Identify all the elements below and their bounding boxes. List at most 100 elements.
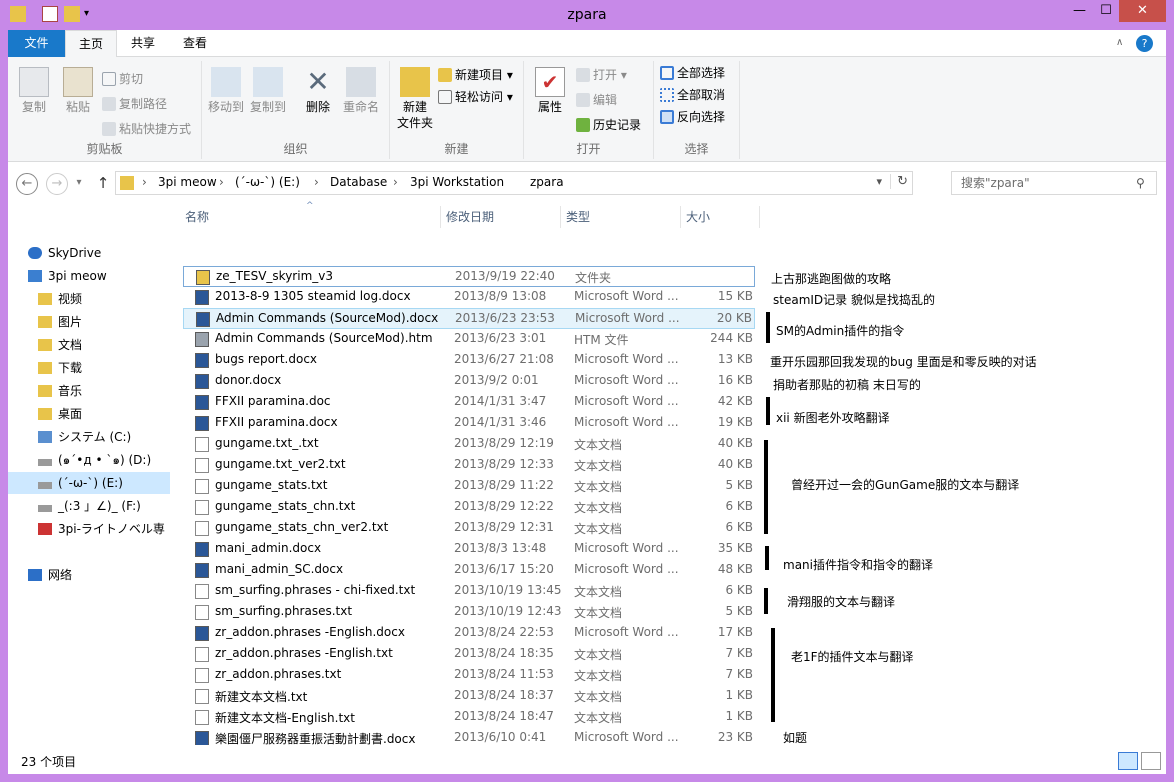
move-to-button[interactable]: 移动到 [206, 67, 246, 115]
new-folder-button[interactable]: 新建 文件夹 [394, 67, 436, 131]
breadcrumb-database[interactable]: Database [330, 175, 387, 189]
large-icons-view-icon[interactable] [1141, 752, 1161, 770]
file-row[interactable]: zr_addon.phrases -English.txt 2013/8/24 1… [183, 644, 755, 665]
select-group-label: 选择 [684, 142, 709, 156]
sidebar-item-drive-f[interactable]: _(:3 」∠)_ (F:) [38, 495, 141, 517]
edit-button[interactable]: 编辑 [576, 90, 617, 110]
txt-file-icon [195, 647, 209, 662]
properties-button[interactable]: ✔ 属性 [530, 67, 570, 115]
file-row[interactable]: 2013-8-9 1305 steamid log.docx 2013/8/9 1… [183, 287, 755, 308]
easy-access-button[interactable]: 轻松访问 ▾ [438, 87, 513, 107]
paste-shortcut-button[interactable]: 粘贴快捷方式 [102, 119, 191, 139]
close-button[interactable]: ✕ [1119, 0, 1166, 22]
file-name: 新建文本文档-English.txt [215, 711, 355, 725]
select-none-button[interactable]: 全部取消 [660, 85, 725, 105]
invert-selection-button[interactable]: 反向选择 [660, 107, 725, 127]
file-row[interactable]: gungame.txt_.txt 2013/8/29 12:19 文本文档 40 KB [183, 434, 755, 455]
sidebar-item-music[interactable]: 音乐 [38, 380, 82, 402]
open-button[interactable]: 打开 ▾ [576, 65, 627, 85]
file-row[interactable]: mani_admin.docx 2013/8/3 13:48 Microsoft W… [183, 539, 755, 560]
breadcrumb-separator[interactable]: › [393, 175, 398, 189]
sidebar-item-downloads[interactable]: 下载 [38, 357, 82, 379]
file-row[interactable]: Admin Commands (SourceMod).htm 2013/6/23 … [183, 329, 755, 350]
breadcrumb-drive-e[interactable]: (´-ω-`) (E:) [235, 175, 300, 189]
file-row[interactable]: Admin Commands (SourceMod).docx 2013/6/23… [183, 308, 755, 329]
copy-to-button[interactable]: 复制到 [248, 67, 288, 115]
sidebar-item-sd-card[interactable]: 3pi-ライトノベル専 [38, 518, 165, 540]
file-row[interactable]: zr_addon.phrases -English.docx 2013/8/24 … [183, 623, 755, 644]
column-header-name[interactable]: 名称 [185, 204, 209, 230]
file-row[interactable]: sm_surfing.phrases.txt 2013/10/19 12:43 文本… [183, 602, 755, 623]
file-row[interactable]: gungame_stats_chn.txt 2013/8/29 12:22 文本文档… [183, 497, 755, 518]
file-row[interactable]: ze_TESV_skyrim_v3 2013/9/19 22:40 文件夹 [183, 266, 755, 287]
column-header-size[interactable]: 大小 [686, 204, 710, 230]
file-row[interactable]: gungame.txt_ver2.txt 2013/8/29 12:33 文本文档 4… [183, 455, 755, 476]
up-icon[interactable]: ↑ [92, 173, 114, 195]
file-row[interactable]: donor.docx 2013/9/2 0:01 Microsoft Word ..… [183, 371, 755, 392]
recent-locations-icon[interactable]: ▾ [68, 173, 90, 195]
copy-button[interactable]: 复制 [14, 67, 54, 115]
column-divider[interactable] [440, 206, 441, 228]
search-icon[interactable]: ⚲ [1136, 176, 1145, 190]
back-icon[interactable]: ← [16, 173, 38, 195]
address-box[interactable]: › 3pi meow › (´-ω-`) (E:) › Database › 3… [115, 171, 913, 195]
sidebar-item-skydrive[interactable]: SkyDrive [28, 242, 101, 264]
rename-button[interactable]: 重命名 [338, 67, 384, 115]
file-row[interactable]: sm_surfing.phrases - chi-fixed.txt 2013/1… [183, 581, 755, 602]
forward-icon[interactable]: → [46, 173, 68, 195]
new-item-button[interactable]: 新建项目 ▾ [438, 65, 513, 85]
column-header-date[interactable]: 修改日期 [446, 204, 494, 230]
breadcrumb-3pi-meow[interactable]: 3pi meow [158, 175, 217, 189]
column-divider[interactable] [560, 206, 561, 228]
file-size: 15 KB [717, 289, 753, 303]
tab-home[interactable]: 主页 [65, 30, 117, 58]
file-row[interactable]: 新建文本文档-English.txt 2013/8/24 18:47 文本文档 1 K… [183, 707, 755, 728]
search-input[interactable]: 搜索"zpara" [951, 171, 1157, 195]
refresh-icon[interactable]: ↻ [890, 174, 908, 189]
maximize-button[interactable]: ☐ [1093, 0, 1119, 22]
file-type: 文本文档 [574, 438, 623, 452]
breadcrumb-separator[interactable]: › [142, 175, 147, 189]
sidebar-item-videos[interactable]: 视频 [38, 288, 82, 310]
file-row[interactable]: gungame_stats.txt 2013/8/29 11:22 文本文档 5 KB [183, 476, 755, 497]
column-divider[interactable] [680, 206, 681, 228]
address-history-icon[interactable]: ▾ [876, 175, 882, 188]
sidebar-item-desktop[interactable]: 桌面 [38, 403, 82, 425]
file-row[interactable]: zr_addon.phrases.txt 2013/8/24 11:53 文本文档 7… [183, 665, 755, 686]
minimize-button[interactable]: — [1066, 0, 1093, 22]
tab-share[interactable]: 共享 [117, 30, 169, 57]
tab-file[interactable]: 文件 [8, 30, 65, 57]
breadcrumb-zpara[interactable]: zpara [530, 175, 564, 189]
file-row[interactable]: 新建文本文档.txt 2013/8/24 18:37 文本文档 1 KB [183, 686, 755, 707]
collapse-ribbon-icon[interactable]: ∧ [1116, 37, 1123, 48]
tab-view[interactable]: 查看 [169, 30, 221, 57]
file-row[interactable]: gungame_stats_chn_ver2.txt 2013/8/29 12:3… [183, 518, 755, 539]
sidebar-item-documents[interactable]: 文档 [38, 334, 82, 356]
details-view-icon[interactable] [1118, 752, 1138, 770]
history-button[interactable]: 历史记录 [576, 115, 641, 135]
file-row[interactable]: FFXII paramina.docx 2014/1/31 3:46 Microso… [183, 413, 755, 434]
file-size: 7 KB [725, 646, 753, 660]
breadcrumb-3pi-workstation[interactable]: 3pi Workstation [410, 175, 504, 189]
help-icon[interactable]: ? [1136, 35, 1153, 52]
sidebar-item-computer[interactable]: 3pi meow [28, 265, 107, 287]
delete-button[interactable]: ✕ 删除 [298, 67, 338, 115]
select-all-button[interactable]: 全部选择 [660, 63, 725, 83]
sidebar-item-drive-e[interactable]: (´-ω-`) (E:) [8, 472, 170, 494]
breadcrumb-separator[interactable]: › [314, 175, 319, 189]
sidebar-item-network[interactable]: 网络 [28, 564, 72, 586]
sidebar-item-drive-c[interactable]: システム (C:) [38, 426, 131, 448]
column-header-type[interactable]: 类型 [566, 204, 590, 230]
sidebar-item-drive-d[interactable]: (๑´•д • `๑) (D:) [38, 449, 151, 471]
paste-button[interactable]: 粘贴 [58, 67, 98, 115]
copy-to-icon [253, 67, 283, 97]
copy-path-button[interactable]: 复制路径 [102, 94, 167, 114]
file-row[interactable]: FFXII paramina.doc 2014/1/31 3:47 Microsof… [183, 392, 755, 413]
cut-button[interactable]: 剪切 [102, 69, 143, 89]
breadcrumb-separator[interactable]: › [219, 175, 224, 189]
txt-file-icon [195, 668, 209, 683]
file-row[interactable]: mani_admin_SC.docx 2013/6/17 15:20 Microso… [183, 560, 755, 581]
file-row[interactable]: bugs report.docx 2013/6/27 21:08 Microsoft… [183, 350, 755, 371]
column-divider[interactable] [759, 206, 760, 228]
sidebar-item-pictures[interactable]: 图片 [38, 311, 82, 333]
